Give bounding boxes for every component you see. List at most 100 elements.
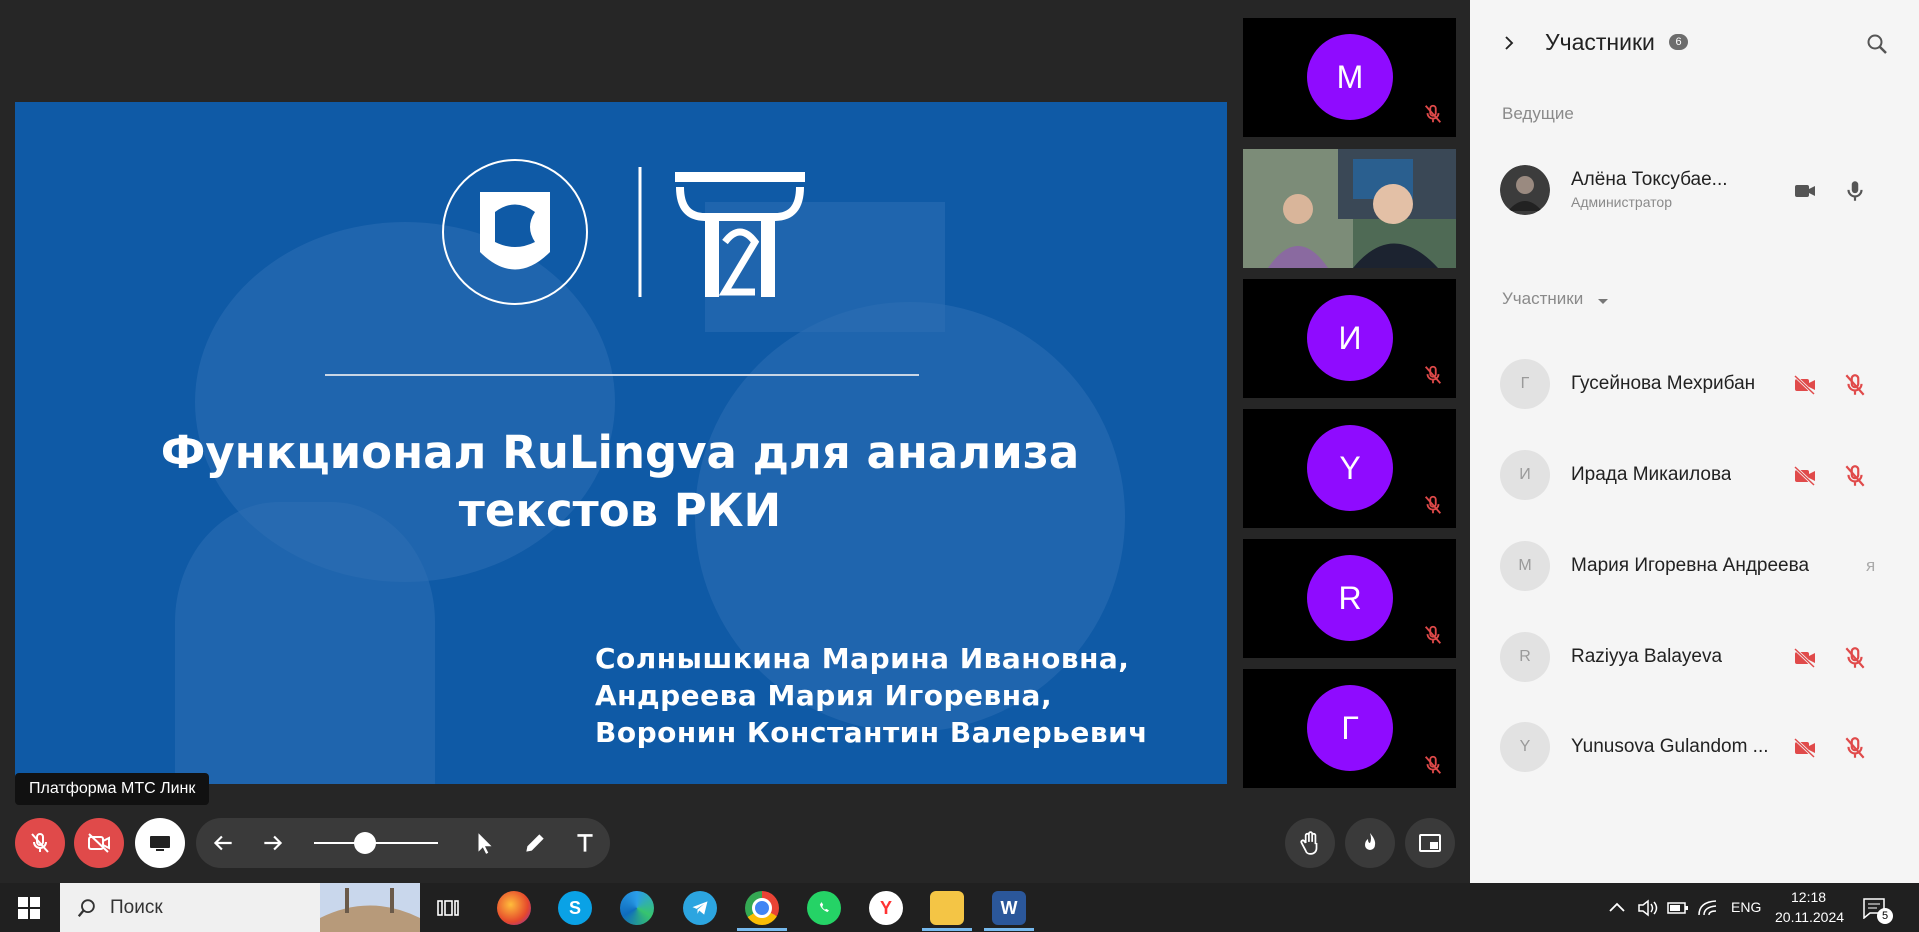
participant-row[interactable]: Г Гусейнова Мехрибан [1500, 359, 1900, 411]
host-name: Алёна Токсубае... [1571, 169, 1728, 190]
language-indicator[interactable]: ENG [1731, 899, 1761, 915]
participant-tile[interactable]: Г [1243, 669, 1456, 788]
pen-icon[interactable] [522, 830, 548, 856]
chrome-active-indicator [737, 928, 787, 931]
avatar: Y [1307, 425, 1393, 511]
clock-date[interactable]: 20.11.2024 [1775, 909, 1844, 925]
screen-share-button[interactable] [135, 818, 185, 868]
participant-tile[interactable]: И [1243, 279, 1456, 398]
avatar: R [1307, 555, 1393, 641]
search-icon[interactable] [1865, 32, 1889, 56]
reactions-button[interactable] [1345, 818, 1395, 868]
participant-avatar: М [1500, 541, 1550, 591]
layout-icon [1419, 834, 1441, 852]
camera-off-icon [1793, 647, 1816, 669]
explorer-active-indicator [922, 928, 972, 931]
file-explorer-icon[interactable] [930, 891, 964, 925]
participant-row[interactable]: R Raziyya Balayeva [1500, 632, 1900, 684]
participant-name: Raziyya Balayeva [1571, 646, 1723, 667]
mic-off-icon [1424, 495, 1442, 514]
task-view-icon[interactable] [436, 896, 460, 920]
camera-off-icon [1793, 374, 1816, 396]
chrome-icon[interactable] [745, 891, 779, 925]
participant-name: Yunusova Gulandom ... [1571, 736, 1769, 757]
layout-button[interactable] [1405, 818, 1455, 868]
participant-name: Мария Игоревна Андреева [1571, 555, 1810, 576]
windows-start-icon[interactable] [18, 897, 40, 919]
zoom-slider-knob[interactable] [354, 832, 376, 854]
pointer-icon[interactable] [472, 830, 498, 856]
slide-title: Функционал RuLingva для анализа текстов … [160, 426, 1080, 537]
participant-name-suffix: я [1866, 556, 1876, 575]
participants-section-label[interactable]: Участники [1502, 289, 1608, 309]
raise-hand-button[interactable] [1285, 818, 1335, 868]
camera-off-icon [1793, 737, 1816, 759]
avatar: И [1307, 295, 1393, 381]
participant-tile[interactable]: R [1243, 539, 1456, 658]
participant-row[interactable]: И Ирада Микаилова [1500, 450, 1900, 502]
chevron-up-icon[interactable] [1608, 900, 1626, 914]
firefox-icon[interactable] [497, 891, 531, 925]
skype-icon[interactable]: S [558, 891, 592, 925]
slide-divider [325, 374, 919, 376]
volume-icon[interactable] [1637, 898, 1659, 918]
clock-time[interactable]: 12:18 [1791, 889, 1826, 905]
whatsapp-icon[interactable] [807, 891, 841, 925]
screen-share-icon [150, 836, 170, 851]
taskbar: Поиск S Y W ENG 12:18 20.11.2024 5 [0, 883, 1919, 932]
mic-off-icon [1845, 465, 1865, 487]
chevron-down-icon [1597, 299, 1608, 304]
mic-toggle-button[interactable] [15, 818, 65, 868]
yandex-browser-icon[interactable]: Y [869, 891, 903, 925]
participant-tile[interactable]: Y [1243, 409, 1456, 528]
mic-off-icon [1424, 625, 1442, 644]
presentation-toolbar [196, 818, 610, 868]
participant-tile[interactable]: М [1243, 18, 1456, 137]
telegram-icon[interactable] [683, 891, 717, 925]
collapse-panel-icon[interactable] [1500, 34, 1518, 52]
participant-name: Гусейнова Мехрибан [1571, 373, 1756, 394]
mic-off-icon [1424, 755, 1442, 774]
mic-off-icon [1845, 737, 1865, 759]
next-slide-icon[interactable] [260, 830, 286, 856]
prev-slide-icon[interactable] [210, 830, 236, 856]
flame-icon [1365, 833, 1376, 850]
mic-off-icon [1845, 374, 1865, 396]
camera-off-icon [88, 833, 110, 853]
search-highlight-image [320, 883, 420, 932]
hosts-section-label: Ведущие [1502, 104, 1574, 123]
participant-video-tile[interactable] [1243, 149, 1456, 268]
panel-title: Участники [1545, 29, 1655, 55]
search-icon [77, 899, 95, 917]
presentation-slide: Функционал RuLingva для анализа текстов … [15, 102, 1227, 784]
participant-row[interactable]: М Мария Игоревна Андреева я [1500, 541, 1900, 593]
battery-icon[interactable] [1667, 899, 1689, 917]
camera-toggle-button[interactable] [74, 818, 124, 868]
mic-off-icon [1845, 647, 1865, 669]
platform-tooltip: Платформа МТС Линк [15, 773, 210, 805]
camera-off-icon [1793, 465, 1816, 487]
mic-off-icon [31, 832, 49, 853]
mic-icon[interactable] [1842, 178, 1868, 204]
word-icon[interactable]: W [992, 891, 1026, 925]
edge-icon[interactable] [620, 891, 654, 925]
text-tool-icon[interactable] [572, 830, 598, 856]
host-row[interactable]: Алёна Токсубае... Администратор [1500, 165, 1900, 217]
participant-row[interactable]: Y Yunusova Gulandom ... [1500, 722, 1900, 774]
notification-count-badge: 5 [1877, 908, 1893, 924]
participants-count-badge: 6 [1669, 34, 1688, 50]
network-icon[interactable] [1697, 898, 1719, 918]
participant-name: Ирада Микаилова [1571, 464, 1732, 485]
host-role: Администратор [1571, 194, 1673, 210]
taskbar-search[interactable]: Поиск [60, 883, 420, 932]
avatar: М [1307, 34, 1393, 120]
university-logos [442, 159, 805, 305]
zoom-slider[interactable] [314, 842, 438, 844]
participant-avatar: Y [1500, 722, 1550, 772]
participant-avatar: И [1500, 450, 1550, 500]
participant-avatar: Г [1500, 359, 1550, 409]
host-avatar [1500, 165, 1550, 215]
mic-off-icon [1424, 104, 1442, 123]
word-active-indicator [984, 928, 1034, 931]
camera-icon[interactable] [1792, 178, 1818, 204]
